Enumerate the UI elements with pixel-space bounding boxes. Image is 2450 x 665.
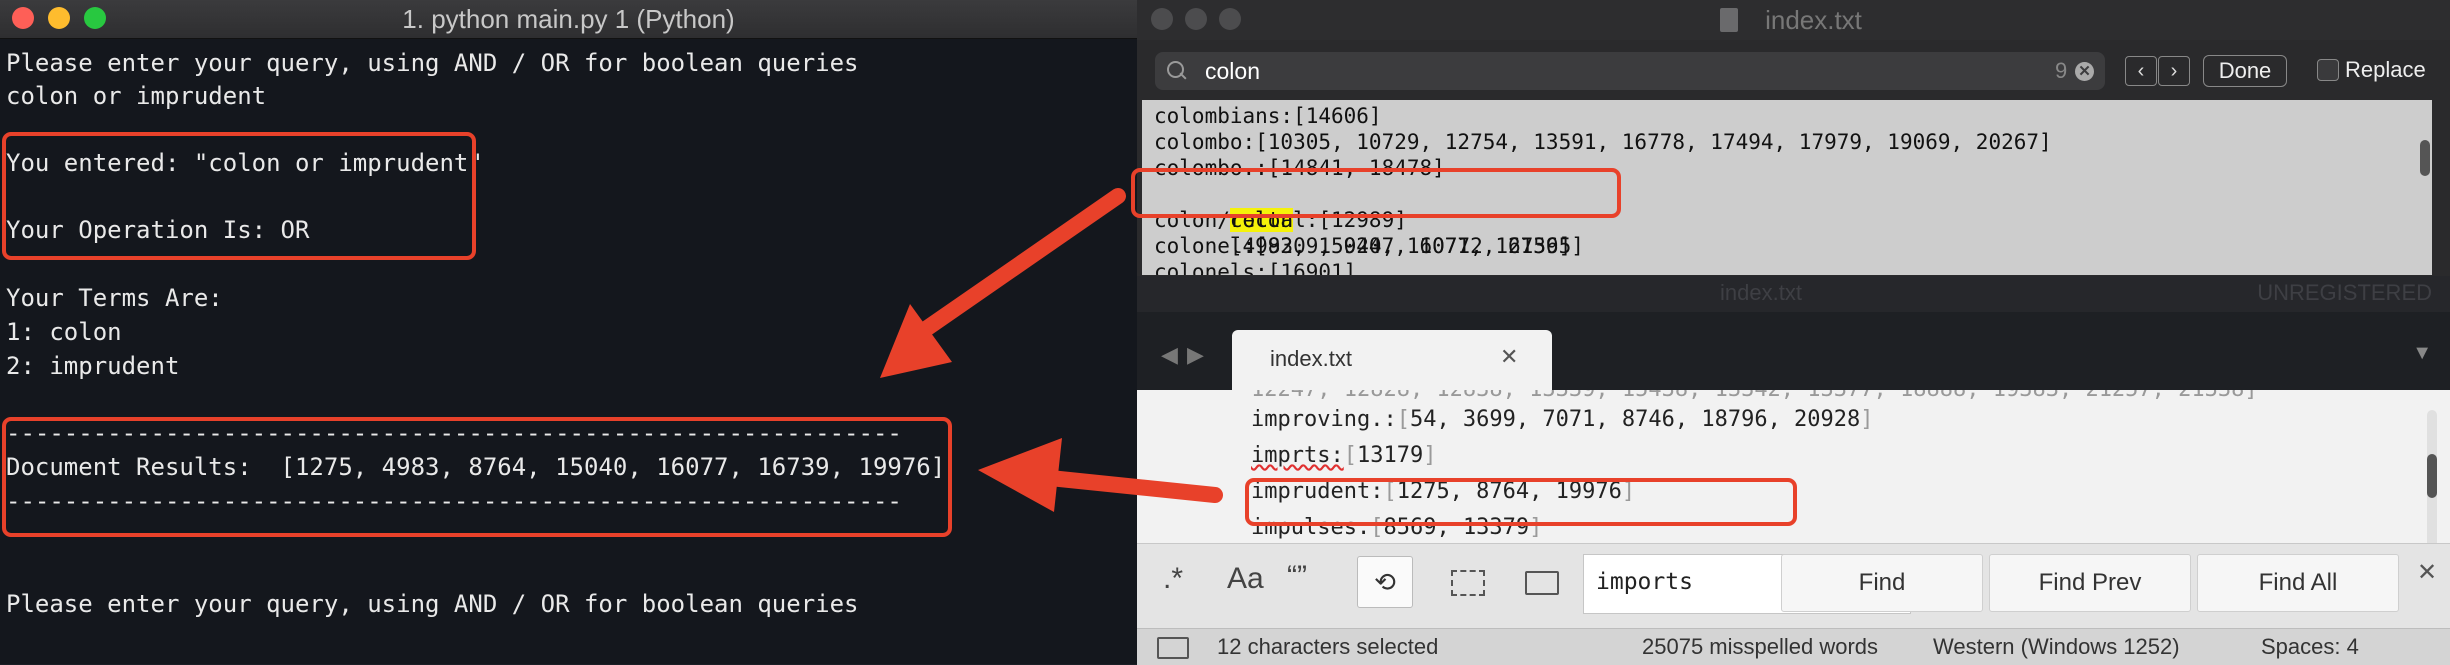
annotation-arrows <box>880 188 1223 512</box>
arrow-imprudent-to-results <box>978 438 1223 512</box>
arrow-colon-to-terminal <box>880 188 1126 378</box>
